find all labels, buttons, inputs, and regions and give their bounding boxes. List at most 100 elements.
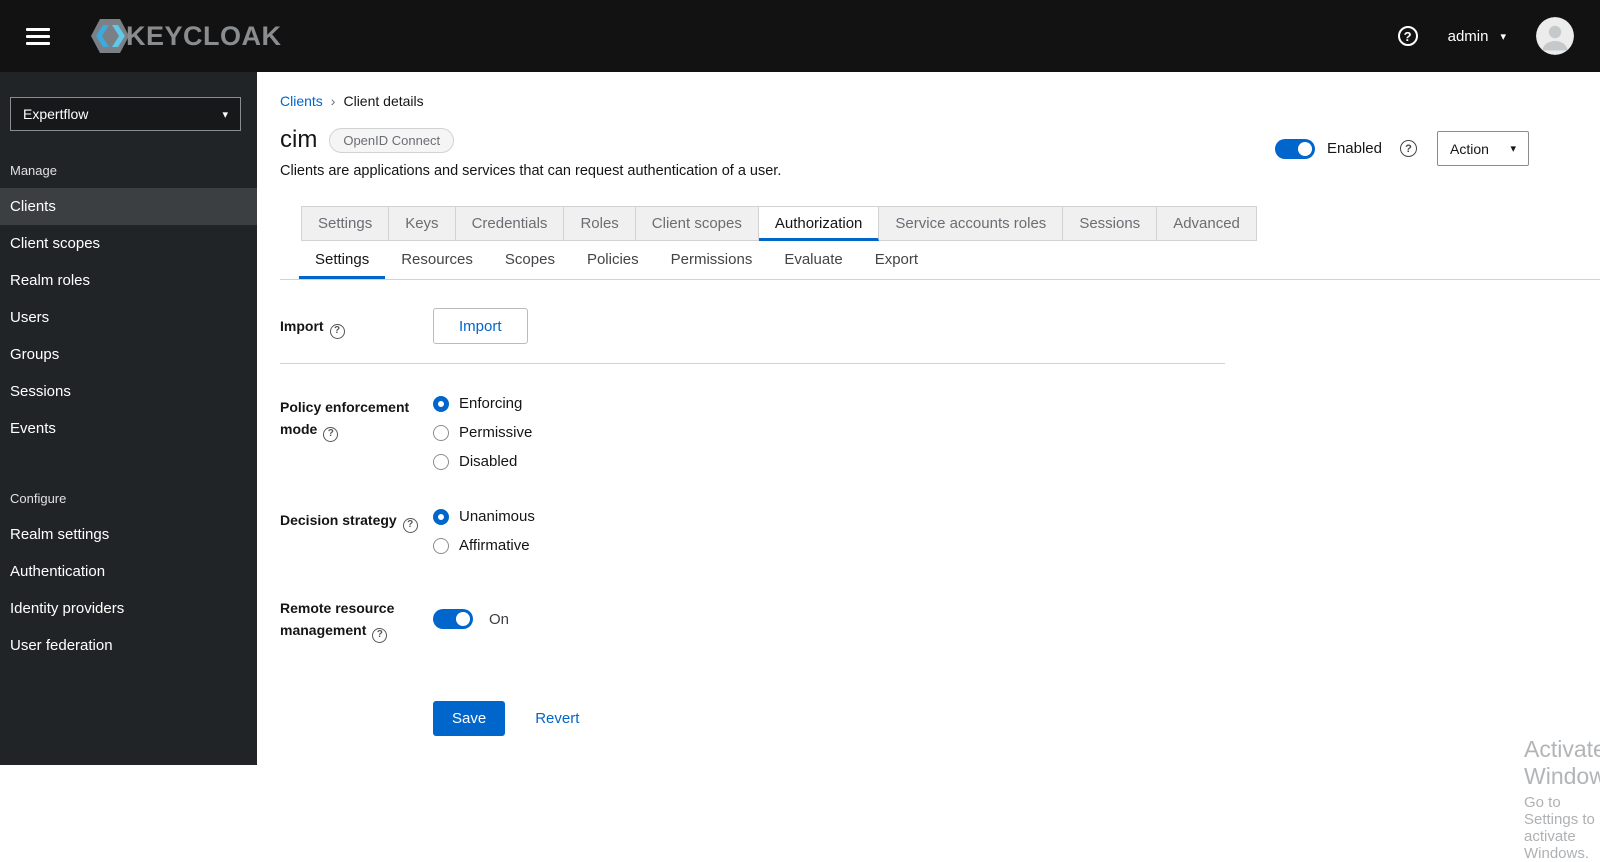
sidebar-item-identity-providers[interactable]: Identity providers [0,590,257,627]
decision-strategy-options: Unanimous Affirmative [433,502,535,554]
remote-resource-management-state: On [489,610,510,628]
hamburger-menu-icon[interactable] [26,27,50,45]
username: admin [1447,27,1489,45]
authorization-settings-form: Import? Import Policy enforcement mode? … [280,308,1225,736]
breadcrumb-clients-link[interactable]: Clients [280,93,323,109]
protocol-badge: OpenID Connect [329,127,455,153]
policy-enforcement-mode-row: Policy enforcement mode? Enforcing Permi… [280,389,1225,470]
tab-advanced[interactable]: Advanced [1157,206,1257,241]
tab-service-accounts-roles[interactable]: Service accounts roles [879,206,1064,241]
breadcrumb-separator-icon: › [330,93,336,109]
radio-option-permissive: Permissive [433,424,532,441]
subtab-policies[interactable]: Policies [571,241,655,279]
chevron-down-icon: ▾ [1500,30,1506,43]
import-label-text: Import [280,318,324,334]
windows-activation-watermark: Activate Windows Go to Settings to activ… [1524,736,1600,862]
sidebar-item-user-federation[interactable]: User federation [0,627,257,664]
sidebar-item-realm-settings[interactable]: Realm settings [0,516,257,553]
remote-resource-management-toggle[interactable] [433,609,473,630]
revert-link[interactable]: Revert [535,710,579,727]
nav-section-gap [0,447,257,473]
radio-enforcing-label: Enforcing [459,395,523,412]
help-icon[interactable]: ? [402,517,418,533]
sidebar-item-groups[interactable]: Groups [0,336,257,373]
form-actions: Save Revert [433,700,1225,736]
realm-name: Expertflow [23,106,89,122]
watermark-line1: Activate Windows [1524,736,1600,789]
remote-resource-management-row: Remote resource management? On [280,590,1225,643]
main-content: Clients › Client details cim OpenID Conn… [257,72,1600,862]
subtab-scopes[interactable]: Scopes [489,241,571,279]
import-control: Import [433,308,528,344]
radio-enforcing[interactable] [433,395,449,412]
tab-credentials[interactable]: Credentials [455,206,565,241]
nav-section-configure: Configure [10,491,67,506]
help-icon[interactable]: ? [1400,140,1417,157]
chevron-down-icon: ▾ [222,108,228,121]
subtab-settings[interactable]: Settings [299,241,385,279]
radio-affirmative[interactable] [433,537,449,554]
radio-permissive-label: Permissive [459,424,533,441]
breadcrumb-current: Client details [343,93,424,109]
radio-option-unanimous: Unanimous [433,508,535,525]
import-label: Import? [280,308,433,344]
help-icon[interactable]: ? [1397,26,1418,46]
subtab-permissions[interactable]: Permissions [655,241,769,279]
help-icon[interactable]: ? [323,426,339,442]
tab-keys[interactable]: Keys [389,206,456,241]
nav-section-manage: Manage [10,163,57,178]
tab-client-scopes[interactable]: Client scopes [635,206,759,241]
avatar[interactable] [1536,17,1574,55]
watermark-line2: Go to Settings to activate Windows. [1524,794,1595,862]
authorization-subtabs: Settings Resources Scopes Policies Permi… [280,241,1600,280]
radio-disabled-label: Disabled [459,453,518,470]
sidebar-item-sessions[interactable]: Sessions [0,373,257,410]
remote-resource-management-label: Remote resource management? [280,590,433,643]
sidebar-item-authentication[interactable]: Authentication [0,553,257,590]
policy-enforcement-mode-label-text: Policy enforcement mode [280,399,410,437]
radio-affirmative-label: Affirmative [459,537,530,554]
decision-strategy-label: Decision strategy? [280,502,433,554]
breadcrumb: Clients › Client details [257,72,1600,109]
subtab-resources[interactable]: Resources [385,241,489,279]
enabled-toggle[interactable] [1274,138,1315,159]
import-row: Import? Import [280,308,1225,344]
sidebar-item-client-scopes[interactable]: Client scopes [0,225,257,262]
subtab-evaluate[interactable]: Evaluate [768,241,858,279]
header-controls: Enabled ? Action ▾ [1274,131,1529,166]
sidebar-item-events[interactable]: Events [0,410,257,447]
sidebar-item-realm-roles[interactable]: Realm roles [0,262,257,299]
tab-authorization[interactable]: Authorization [758,206,880,241]
radio-option-disabled: Disabled [433,453,532,470]
import-button[interactable]: Import [433,308,528,344]
radio-option-enforcing: Enforcing [433,395,532,412]
remote-resource-management-control: On [433,590,509,643]
radio-unanimous[interactable] [433,508,449,525]
decision-strategy-row: Decision strategy? Unanimous Affirmative [280,502,1225,554]
sidebar-item-clients[interactable]: Clients [0,188,257,225]
sidebar: Expertflow ▾ Manage Clients Client scope… [0,72,257,765]
radio-unanimous-label: Unanimous [459,508,535,525]
page-title: cim [280,126,318,153]
radio-permissive[interactable] [433,424,449,441]
policy-enforcement-mode-label: Policy enforcement mode? [280,389,433,470]
help-icon[interactable]: ? [329,323,345,339]
radio-option-affirmative: Affirmative [433,537,535,554]
brand-text: KEYCLOAK [126,20,282,51]
subtab-export[interactable]: Export [859,241,934,279]
save-button[interactable]: Save [433,700,506,736]
action-dropdown[interactable]: Action ▾ [1437,131,1529,166]
tab-roles[interactable]: Roles [564,206,636,241]
masthead-right: ? admin ▾ [1397,17,1574,55]
chevron-down-icon: ▾ [1510,143,1516,155]
tab-settings[interactable]: Settings [301,206,390,241]
policy-enforcement-mode-options: Enforcing Permissive Disabled [433,389,532,470]
masthead: KEYCLOAK ? admin ▾ [0,0,1600,72]
main-tabs: Settings Keys Credentials Roles Client s… [301,206,1600,241]
sidebar-item-users[interactable]: Users [0,299,257,336]
tab-sessions[interactable]: Sessions [1063,206,1158,241]
user-menu[interactable]: admin ▾ [1448,28,1506,45]
help-icon[interactable]: ? [372,627,388,643]
realm-selector[interactable]: Expertflow ▾ [10,97,241,131]
radio-disabled[interactable] [433,453,449,470]
